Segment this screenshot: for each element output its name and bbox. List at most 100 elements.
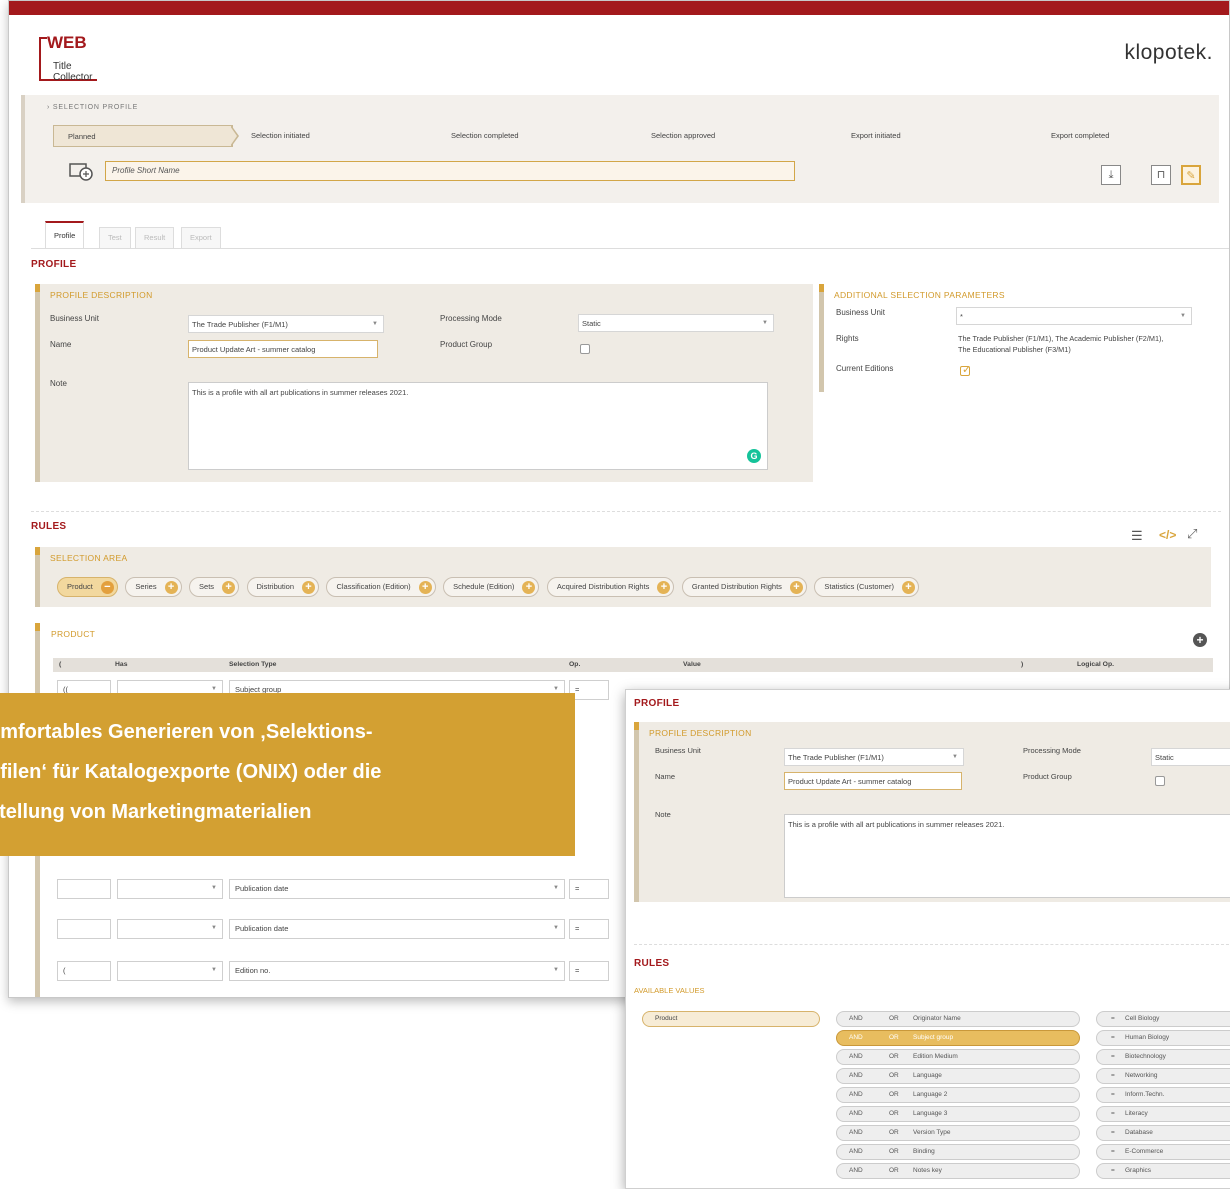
w2-value-row[interactable]: = Networking <box>1096 1068 1230 1084</box>
pill-acquired-rights[interactable]: Acquired Distribution Rights + <box>546 577 675 597</box>
list-view-icon[interactable]: ☰ <box>1131 528 1143 544</box>
bookmark-icon[interactable]: ⊓ <box>1151 165 1171 185</box>
step-export-completed[interactable]: Export completed <box>1051 125 1109 147</box>
product-group-checkbox[interactable] <box>580 344 590 354</box>
step-selection-approved[interactable]: Selection approved <box>651 125 715 147</box>
note-label: Note <box>50 379 67 388</box>
current-editions-checkbox[interactable] <box>960 363 971 376</box>
w2-value-row[interactable]: = E-Commerce <box>1096 1144 1230 1160</box>
operator-select[interactable]: = <box>569 680 609 700</box>
w2-value-row[interactable]: = Cell Biology <box>1096 1011 1230 1027</box>
pill-statistics[interactable]: Statistics (Customer) + <box>814 577 919 597</box>
edit-icon[interactable]: ✎ <box>1181 165 1201 185</box>
has-select[interactable]: ▼ <box>117 879 223 899</box>
step-selection-completed[interactable]: Selection completed <box>451 125 519 147</box>
w2-type-row[interactable]: AND OR Subject group <box>836 1030 1080 1046</box>
step-export-initiated[interactable]: Export initiated <box>851 125 901 147</box>
open-paren-input[interactable] <box>57 919 111 939</box>
profile-description-title: PROFILE DESCRIPTION <box>50 290 153 300</box>
selection-area-title: SELECTION AREA <box>50 553 128 563</box>
w2-value-row[interactable]: = Biotechnology <box>1096 1049 1230 1065</box>
w2-type-row[interactable]: AND OR Binding <box>836 1144 1080 1160</box>
overlay-window: PROFILE PROFILE DESCRIPTION Business Uni… <box>625 689 1230 1189</box>
tab-test[interactable]: Test <box>99 227 131 249</box>
operator-select[interactable]: = <box>569 879 609 899</box>
w2-profile-description: PROFILE DESCRIPTION Business Unit The Tr… <box>634 722 1230 902</box>
note-textarea[interactable]: This is a profile with all art publicati… <box>188 382 768 470</box>
banner-line1: omfortables Generieren von ‚Selektions- <box>0 721 373 743</box>
w2-area-product[interactable]: Product <box>642 1011 820 1027</box>
w2-type-row[interactable]: AND OR Language <box>836 1068 1080 1084</box>
plus-icon: + <box>222 581 236 594</box>
w2-value-row[interactable]: = Inform.Techn. <box>1096 1087 1230 1103</box>
w2-processing-mode-select[interactable]: Static <box>1151 748 1230 766</box>
w2-value-row[interactable]: = Human Biology <box>1096 1030 1230 1046</box>
w2-type-row[interactable]: AND OR Version Type <box>836 1125 1080 1141</box>
additional-params-title: ADDITIONAL SELECTION PARAMETERS <box>834 290 1005 300</box>
pill-schedule[interactable]: Schedule (Edition) + <box>443 577 540 597</box>
breadcrumb[interactable]: › SELECTION PROFILE <box>47 104 138 111</box>
step-planned[interactable]: Planned <box>53 125 233 147</box>
w2-type-row[interactable]: AND OR Notes key <box>836 1163 1080 1179</box>
plus-icon: + <box>164 581 178 594</box>
w2-type-row[interactable]: AND OR Language 2 <box>836 1087 1080 1103</box>
pill-granted-rights[interactable]: Granted Distribution Rights + <box>681 577 807 597</box>
plus-icon: + <box>789 581 803 594</box>
pill-distribution[interactable]: Distribution + <box>246 577 320 597</box>
pill-series[interactable]: Series + <box>125 577 182 597</box>
expand-icon[interactable]: ⤢ <box>1187 526 1197 542</box>
pill-product[interactable]: Product − <box>57 577 118 597</box>
tab-export[interactable]: Export <box>181 227 221 249</box>
w2-type-row[interactable]: AND OR Edition Medium <box>836 1049 1080 1065</box>
w2-value-row[interactable]: = Graphics <box>1096 1163 1230 1179</box>
top-bar <box>9 1 1229 15</box>
selection-type-select[interactable]: Publication date ▼ <box>229 879 565 899</box>
operator-select[interactable]: = <box>569 961 609 981</box>
w2-business-unit-select[interactable]: The Trade Publisher (F1/M1) ▼ <box>784 748 964 766</box>
tab-profile[interactable]: Profile <box>45 221 85 249</box>
selection-area-pills: Product − Series + Sets + Distribution + Cla… <box>57 576 922 598</box>
profile-select-icon[interactable] <box>69 163 95 183</box>
tab-result[interactable]: Result <box>135 227 175 249</box>
operator-select[interactable]: = <box>569 919 609 939</box>
w2-note-textarea[interactable]: This is a profile with all art publicati… <box>784 814 1230 898</box>
profile-short-name-input[interactable]: Profile Short Name <box>105 161 795 181</box>
open-paren-input[interactable]: ( <box>57 961 111 981</box>
w2-value-row[interactable]: = Literacy <box>1096 1106 1230 1122</box>
selection-type-select[interactable]: Edition no. ▼ <box>229 961 565 981</box>
add-row-icon[interactable]: + <box>1193 633 1207 647</box>
banner-line3: stellung von Marketingmaterialien <box>0 801 312 823</box>
selection-type-select[interactable]: Publication date ▼ <box>229 919 565 939</box>
processing-mode-select[interactable]: Static ▼ <box>578 314 774 332</box>
w2-product-group-checkbox[interactable] <box>1155 776 1165 786</box>
add-business-unit-label: Business Unit <box>836 308 885 317</box>
download-icon[interactable]: ⤓ <box>1101 165 1121 185</box>
plus-icon: + <box>657 581 671 594</box>
rights-line2: The Educational Publisher (F3/M1) <box>958 345 1071 354</box>
pill-classification[interactable]: Classification (Edition) + <box>326 577 436 597</box>
has-select[interactable]: ▼ <box>117 919 223 939</box>
w2-type-row[interactable]: AND OR Originator Name <box>836 1011 1080 1027</box>
name-input[interactable]: Product Update Art - summer catalog <box>188 340 378 358</box>
plus-icon: + <box>522 581 536 594</box>
chevron-down-icon: ▼ <box>762 320 768 326</box>
selection-profile-panel: › SELECTION PROFILE Planned Selection in… <box>21 95 1219 203</box>
rights-line1: The Trade Publisher (F1/M1), The Academi… <box>958 334 1164 343</box>
pill-sets[interactable]: Sets + <box>189 577 240 597</box>
product-title: PRODUCT <box>51 629 96 639</box>
business-unit-select[interactable]: The Trade Publisher (F1/M1) ▼ <box>188 315 384 333</box>
w2-available-values-title: AVAILABLE VALUES <box>634 986 705 995</box>
current-editions-label: Current Editions <box>836 364 894 373</box>
add-business-unit-select[interactable]: * ▼ <box>956 307 1192 325</box>
has-select[interactable]: ▼ <box>117 961 223 981</box>
rights-label: Rights <box>836 334 859 343</box>
w2-type-row[interactable]: AND OR Language 3 <box>836 1106 1080 1122</box>
w2-value-row[interactable]: = Database <box>1096 1125 1230 1141</box>
code-view-icon[interactable]: </> <box>1159 528 1176 542</box>
status-steps: Planned Selection initiated Selection co… <box>53 125 1219 147</box>
product-group-label: Product Group <box>440 340 493 349</box>
open-paren-input[interactable] <box>57 879 111 899</box>
step-selection-initiated[interactable]: Selection initiated <box>251 125 310 147</box>
grammarly-icon[interactable]: G <box>747 449 761 463</box>
w2-name-input[interactable]: Product Update Art - summer catalog <box>784 772 962 790</box>
